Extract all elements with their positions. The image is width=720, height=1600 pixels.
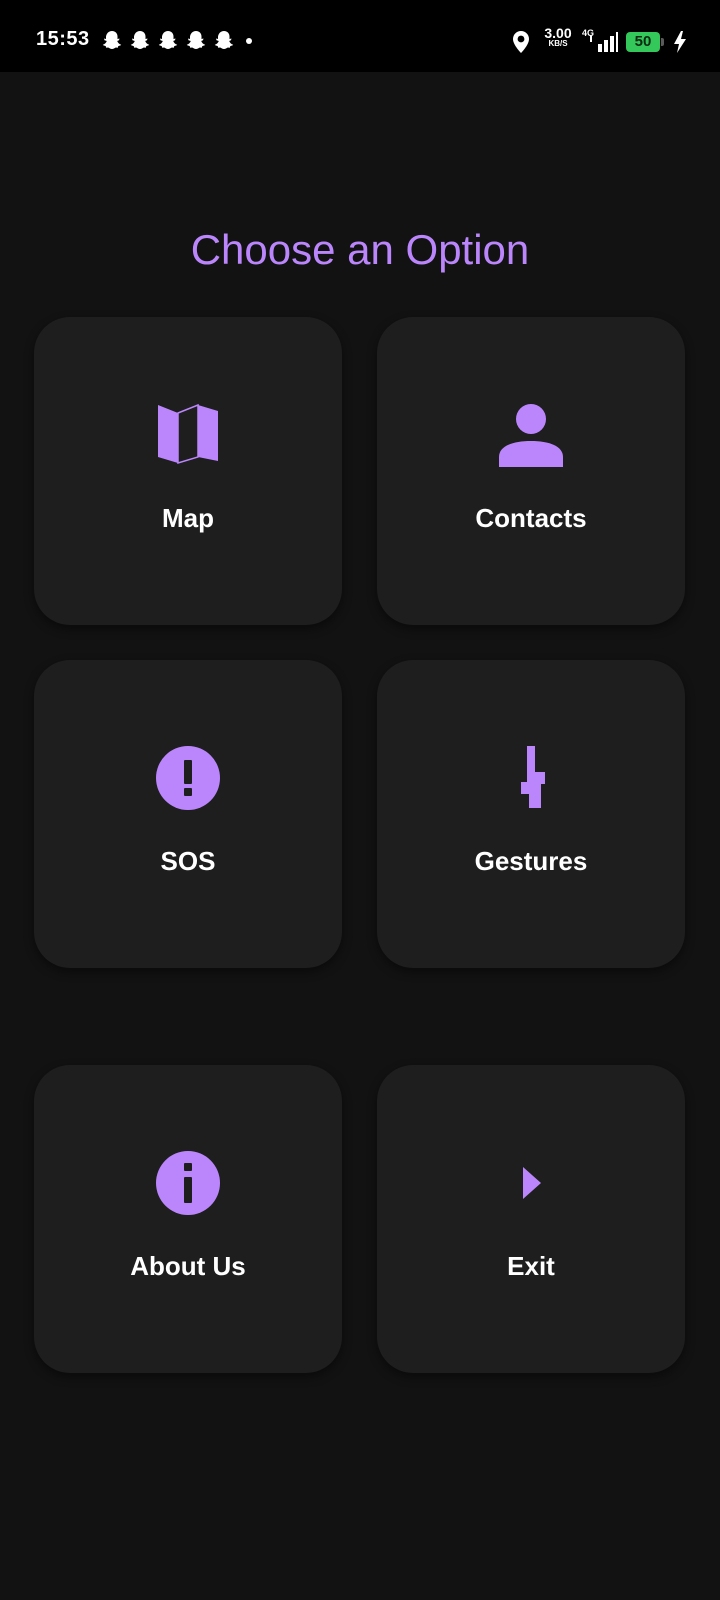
battery-indicator: 50 <box>626 32 660 52</box>
network-speed: 3.00 KB/S <box>540 26 576 48</box>
status-time: 15:53 <box>36 28 90 50</box>
notification-icons <box>102 30 234 50</box>
gesture-icon <box>521 746 545 808</box>
map-label: Map <box>162 503 214 533</box>
charging-icon <box>674 31 686 53</box>
sos-button[interactable]: SOS <box>34 660 342 968</box>
snapchat-icon <box>130 31 150 49</box>
map-icon <box>158 403 218 465</box>
gestures-button[interactable]: Gestures <box>377 660 685 968</box>
status-bar: 15:53 3.00 KB/S 4G 50 <box>0 0 720 72</box>
page-title: Choose an Option <box>190 226 530 273</box>
contacts-label: Contacts <box>475 503 587 533</box>
snapchat-icon <box>186 31 206 49</box>
info-icon <box>156 1151 220 1215</box>
battery-tip <box>661 38 664 46</box>
exit-button[interactable]: Exit <box>377 1065 685 1373</box>
snapchat-icon <box>102 31 122 49</box>
contacts-button[interactable]: Contacts <box>377 317 685 625</box>
location-icon <box>513 31 529 53</box>
more-notifications-dot <box>246 38 252 44</box>
snapchat-icon <box>158 31 178 49</box>
person-icon <box>499 404 563 467</box>
map-button[interactable]: Map <box>34 317 342 625</box>
alert-icon <box>156 746 220 810</box>
sos-label: SOS <box>160 846 216 876</box>
about-us-button[interactable]: About Us <box>34 1065 342 1373</box>
network-speed-value: 3.00 <box>544 25 572 41</box>
network-speed-unit: KB/S <box>548 39 568 48</box>
arrow-right-icon <box>523 1167 541 1199</box>
signal-icon <box>590 32 618 52</box>
snapchat-icon <box>214 31 234 49</box>
about-us-label: About Us <box>130 1251 246 1281</box>
status-indicators: 3.00 KB/S 4G 50 <box>480 0 720 72</box>
gestures-label: Gestures <box>474 846 588 876</box>
exit-label: Exit <box>507 1251 555 1281</box>
